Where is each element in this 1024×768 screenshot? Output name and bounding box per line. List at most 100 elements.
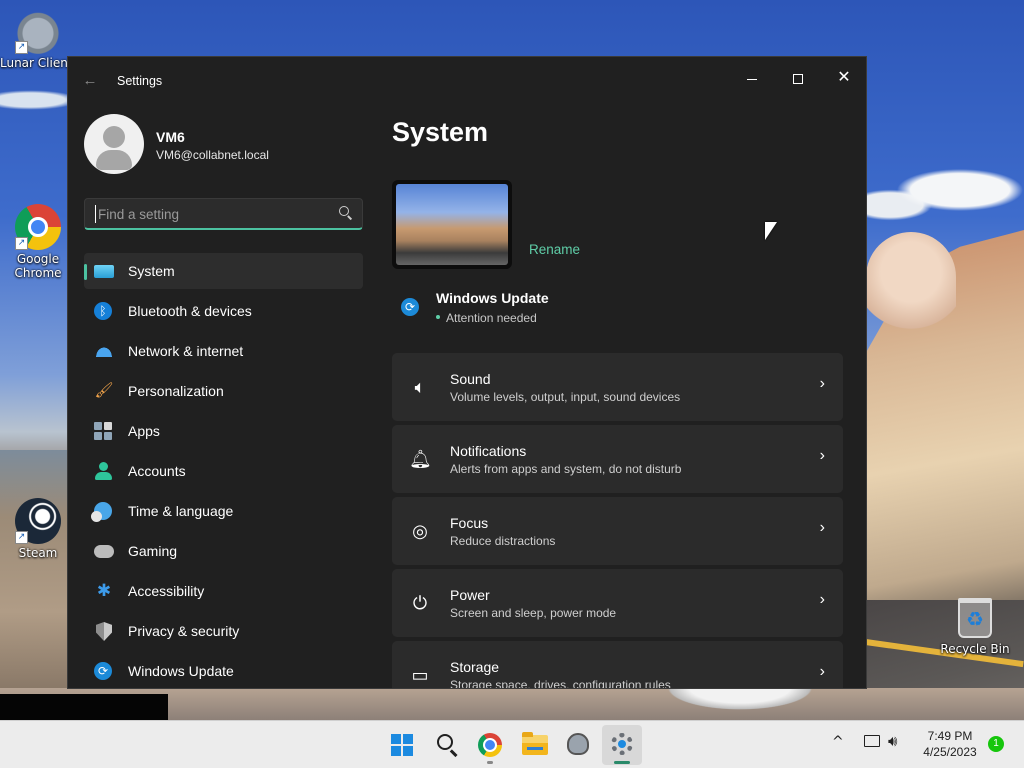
notification-badge[interactable]: 1 [988, 736, 1004, 752]
bell-icon: 🔔︎ [409, 449, 432, 469]
start-button[interactable] [382, 725, 422, 765]
card-sound[interactable]: 🔈︎ Sound Volume levels, output, input, s… [392, 353, 843, 421]
minimize-icon [747, 78, 757, 80]
sidebar-item-network-internet[interactable]: Network & internet [84, 333, 363, 369]
settings-cards: 🔈︎ Sound Volume levels, output, input, s… [392, 353, 843, 688]
card-title: Focus [450, 515, 489, 531]
sidebar-item-privacy-security[interactable]: Privacy & security [84, 613, 363, 649]
sidebar-item-label: Gaming [128, 543, 178, 559]
wifi-icon [94, 345, 114, 357]
chrome-icon: ↗ [15, 204, 61, 250]
desktop-icon-recycle-bin[interactable]: ♻ Recycle Bin [936, 598, 1014, 656]
maximize-icon [793, 74, 803, 85]
desktop-icon-label: Lunar Client [0, 56, 68, 70]
sidebar-item-apps[interactable]: Apps [84, 413, 363, 449]
sidebar-item-accounts[interactable]: Accounts [84, 453, 363, 489]
user-name: VM6 [156, 129, 185, 145]
sidebar-item-time-language[interactable]: Time & language [84, 493, 363, 529]
desktop-icon-label: Recycle Bin [940, 642, 1010, 656]
steam-icon: ↗ [15, 498, 61, 544]
chevron-right-icon: › [819, 447, 825, 464]
shortcut-arrow-icon: ↗ [15, 531, 28, 544]
card-notifications[interactable]: 🔔︎ Notifications Alerts from apps and sy… [392, 425, 843, 493]
active-indicator [614, 761, 630, 764]
minimize-button[interactable] [730, 63, 774, 93]
bluetooth-icon: ᛒ [94, 302, 112, 320]
sidebar-item-windows-update[interactable]: ⟳ Windows Update [84, 653, 363, 688]
search-icon [437, 734, 453, 750]
search-box[interactable] [84, 198, 363, 230]
mouse-cursor [765, 222, 777, 240]
volume-icon[interactable]: 🔊︎ [888, 732, 897, 750]
shortcut-arrow-icon: ↗ [15, 41, 28, 54]
lunar-client-icon [567, 733, 589, 755]
chevron-right-icon: › [819, 519, 825, 536]
card-title: Sound [450, 371, 491, 387]
sidebar-item-label: Privacy & security [128, 623, 240, 639]
user-email: VM6@collabnet.local [156, 148, 269, 162]
sidebar-item-label: Bluetooth & devices [128, 303, 252, 319]
desktop-icon-steam[interactable]: ↗ Steam [0, 498, 76, 560]
lunar-client-icon: ↗ [15, 8, 61, 54]
show-hidden-icons-button[interactable]: ^ [832, 734, 844, 750]
sidebar-nav: System ᛒ Bluetooth & devices Network & i… [84, 253, 363, 688]
desktop-icon-label: Google Chrome [14, 252, 62, 280]
card-power[interactable]: ⏻ Power Screen and sleep, power mode › [392, 569, 843, 637]
card-description: Reduce distractions [450, 534, 556, 548]
taskbar-search-button[interactable] [427, 725, 467, 765]
gamepad-icon [94, 545, 114, 558]
monitor-icon [94, 265, 114, 278]
status-dot [436, 315, 440, 319]
sync-icon: ⟳ [94, 662, 112, 680]
card-title: Power [450, 587, 490, 603]
settings-icon [611, 733, 633, 755]
power-icon: ⏻ [412, 593, 428, 613]
network-icon[interactable] [864, 735, 880, 747]
rename-link[interactable]: Rename [529, 242, 580, 257]
sidebar-item-bluetooth-devices[interactable]: ᛒ Bluetooth & devices [84, 293, 363, 329]
avatar-head [103, 126, 125, 148]
storage-icon: ▭ [411, 665, 429, 685]
sidebar-item-accessibility[interactable]: ✱ Accessibility [84, 573, 363, 609]
windows-update-title[interactable]: Windows Update [436, 290, 549, 306]
sidebar-item-label: Network & internet [128, 343, 244, 359]
wallpaper-car [640, 688, 840, 720]
desktop-icon-google-chrome[interactable]: ↗ Google Chrome [0, 204, 76, 280]
chevron-right-icon: › [819, 375, 825, 392]
file-explorer-icon [522, 732, 548, 755]
sidebar-item-label: Windows Update [128, 663, 234, 679]
chevron-right-icon: › [819, 663, 825, 680]
wallpaper-face [866, 232, 956, 332]
taskbar-file-explorer-button[interactable] [514, 725, 554, 765]
search-input[interactable] [95, 205, 325, 223]
card-focus[interactable]: ◎ Focus Reduce distractions › [392, 497, 843, 565]
brush-icon: 🖌 [94, 382, 114, 399]
sidebar-item-personalization[interactable]: 🖌 Personalization [84, 373, 363, 409]
accessibility-icon: ✱ [96, 581, 112, 600]
desktop-preview-thumbnail [392, 180, 512, 269]
card-description: Volume levels, output, input, sound devi… [450, 390, 681, 404]
sidebar-item-system[interactable]: System [84, 253, 363, 289]
card-title: Notifications [450, 443, 527, 459]
clock[interactable]: 7:49 PM 4/25/2023 [910, 728, 990, 760]
maximize-button[interactable] [776, 63, 820, 93]
wallpaper-preview [396, 184, 508, 265]
wallpaper-ground [0, 450, 70, 720]
person-icon [94, 462, 114, 480]
taskbar-settings-button[interactable] [602, 725, 642, 765]
close-button[interactable]: ✕ [822, 63, 866, 93]
shield-icon [96, 622, 112, 641]
avatar[interactable] [84, 114, 144, 174]
title-bar: ← Settings ✕ [68, 57, 866, 105]
taskbar-lunar-client-button[interactable] [558, 725, 598, 765]
taskbar-chrome-button[interactable] [470, 725, 510, 765]
search-icon[interactable] [338, 205, 352, 219]
clock-time: 7:49 PM [927, 729, 973, 743]
window-title: Settings [117, 74, 163, 88]
sidebar-item-label: Personalization [128, 383, 224, 399]
sidebar-item-label: Accounts [128, 463, 186, 479]
card-storage[interactable]: ▭ Storage Storage space, drives, configu… [392, 641, 843, 688]
sidebar-item-gaming[interactable]: Gaming [84, 533, 363, 569]
back-button[interactable]: ← [80, 71, 100, 91]
desktop-icon-lunar-client[interactable]: ↗ Lunar Client [0, 8, 76, 70]
